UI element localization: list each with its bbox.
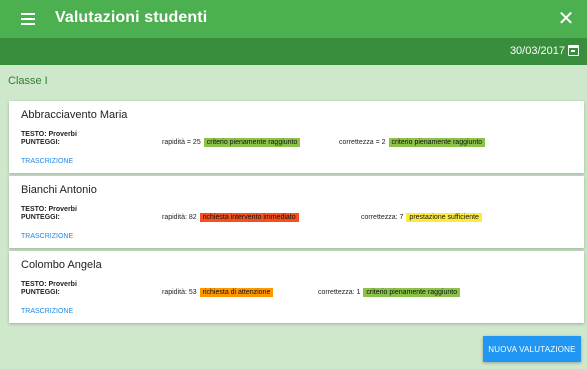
speed-badge: criterio pienamente raggiunto: [203, 138, 301, 147]
app-bar: Valutazioni studenti ✕: [0, 0, 587, 38]
test-title: TESTO: Proverbi: [21, 206, 77, 213]
scores-label: PUNTEGGI:: [21, 139, 60, 146]
new-evaluation-button[interactable]: NUOVA VALUTAZIONE: [483, 336, 581, 362]
transcription-link[interactable]: TRASCRIZIONE: [21, 308, 73, 315]
speed-score: rapidità = 25 criterio pienamente raggiun…: [162, 138, 301, 147]
test-title: TESTO: Proverbi: [21, 281, 77, 288]
class-title: Classe I: [8, 75, 48, 87]
current-date: 30/03/2017: [509, 45, 565, 57]
speed-value: rapidità: 53: [162, 289, 197, 296]
accuracy-badge: prestazione sufficiente: [406, 213, 482, 222]
accuracy-value: correttezza: 1: [318, 289, 361, 296]
accuracy-score: correttezza: 1 criterio pienamente raggiu…: [318, 288, 461, 297]
speed-score: rapidità: 82 richiesta intervento immedia…: [162, 213, 299, 222]
student-name: Colombo Angela: [21, 259, 102, 271]
student-name: Bianchi Antonio: [21, 184, 97, 196]
scores-label: PUNTEGGI:: [21, 214, 60, 221]
speed-score: rapidità: 53 richiesta di attenzione: [162, 288, 274, 297]
student-card: Colombo Angela TESTO: Proverbi PUNTEGGI:…: [9, 251, 584, 323]
accuracy-value: correttezza: 7: [361, 214, 404, 221]
scores-label: PUNTEGGI:: [21, 289, 60, 296]
student-card: Bianchi Antonio TESTO: Proverbi PUNTEGGI…: [9, 176, 584, 248]
app-page: Valutazioni studenti ✕ 30/03/2017 Classe…: [0, 0, 587, 369]
accuracy-badge: criterio pienamente raggiunto: [363, 288, 461, 297]
speed-badge: richiesta intervento immediato: [199, 213, 299, 222]
menu-icon[interactable]: [21, 13, 35, 25]
accuracy-badge: criterio pienamente raggiunto: [388, 138, 486, 147]
student-name: Abbracciavento Maria: [21, 109, 128, 121]
date-bar: 30/03/2017: [0, 38, 587, 65]
student-card: Abbracciavento Maria TESTO: Proverbi PUN…: [9, 101, 584, 173]
speed-value: rapidità: 82: [162, 214, 197, 221]
accuracy-score: correttezza: 7 prestazione sufficiente: [361, 213, 482, 222]
test-title: TESTO: Proverbi: [21, 131, 77, 138]
accuracy-value: correttezza = 2: [339, 139, 386, 146]
transcription-link[interactable]: TRASCRIZIONE: [21, 158, 73, 165]
accuracy-score: correttezza = 2 criterio pienamente raggi…: [339, 138, 486, 147]
close-icon[interactable]: ✕: [557, 9, 575, 29]
transcription-link[interactable]: TRASCRIZIONE: [21, 233, 73, 240]
speed-value: rapidità = 25: [162, 139, 201, 146]
calendar-icon[interactable]: [568, 45, 579, 56]
speed-badge: richiesta di attenzione: [199, 288, 274, 297]
app-title: Valutazioni studenti: [55, 9, 208, 26]
